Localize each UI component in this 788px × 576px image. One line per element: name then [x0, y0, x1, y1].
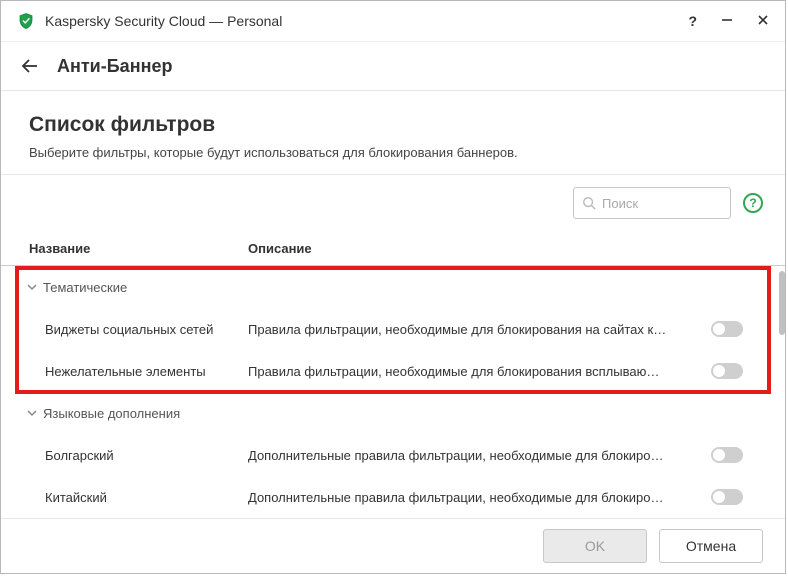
- column-header-name: Название: [23, 241, 248, 256]
- group-label: Языковые дополнения: [43, 406, 180, 421]
- search-icon: [582, 196, 596, 210]
- filter-description: Правила фильтрации, необходимые для блок…: [248, 322, 711, 337]
- cancel-button[interactable]: Отмена: [659, 529, 763, 563]
- help-button[interactable]: ?: [688, 13, 697, 29]
- filter-toggle[interactable]: [711, 489, 743, 505]
- filter-description: Дополнительные правила фильтрации, необх…: [248, 490, 711, 505]
- filter-row[interactable]: Болгарский Дополнительные правила фильтр…: [1, 434, 785, 476]
- chevron-down-icon: [23, 408, 41, 418]
- filter-row[interactable]: Виджеты социальных сетей Правила фильтра…: [1, 308, 785, 350]
- page-subtitle: Выберите фильтры, которые будут использо…: [29, 145, 757, 160]
- filter-name: Болгарский: [23, 448, 248, 463]
- minimize-button[interactable]: [721, 13, 733, 29]
- filter-name: Китайский: [23, 490, 248, 505]
- group-row-language[interactable]: Языковые дополнения: [1, 392, 785, 434]
- dialog-footer: OK Отмена: [1, 518, 785, 573]
- close-button[interactable]: [757, 13, 769, 29]
- filter-name: Виджеты социальных сетей: [23, 322, 248, 337]
- app-logo-icon: [17, 12, 35, 30]
- filter-row[interactable]: Китайский Дополнительные правила фильтра…: [1, 476, 785, 518]
- context-help-icon[interactable]: ?: [743, 193, 763, 213]
- scrollbar-thumb[interactable]: [779, 271, 785, 335]
- page-heading: Список фильтров: [29, 113, 757, 137]
- titlebar: Kaspersky Security Cloud — Personal ?: [1, 1, 785, 42]
- section-header: Анти-Баннер: [1, 42, 785, 91]
- table-header: Название Описание: [1, 231, 785, 266]
- toolbar: ?: [1, 174, 785, 231]
- filter-description: Правила фильтрации, необходимые для блок…: [248, 364, 711, 379]
- column-header-description: Описание: [248, 241, 711, 256]
- content-header: Список фильтров Выберите фильтры, которы…: [1, 91, 785, 174]
- filter-toggle[interactable]: [711, 447, 743, 463]
- table-body: Тематические Виджеты социальных сетей Пр…: [1, 266, 785, 518]
- search-box[interactable]: [573, 187, 731, 219]
- filter-toggle[interactable]: [711, 363, 743, 379]
- back-button[interactable]: [21, 57, 39, 75]
- group-row-thematic[interactable]: Тематические: [1, 266, 785, 308]
- group-label: Тематические: [43, 280, 127, 295]
- window-controls: ?: [688, 13, 769, 29]
- app-title: Kaspersky Security Cloud — Personal: [45, 13, 688, 29]
- filter-description: Дополнительные правила фильтрации, необх…: [248, 448, 711, 463]
- chevron-down-icon: [23, 282, 41, 292]
- filter-toggle[interactable]: [711, 321, 743, 337]
- section-title: Анти-Баннер: [57, 56, 172, 77]
- app-window: Kaspersky Security Cloud — Personal ? Ан…: [0, 0, 786, 574]
- filter-row[interactable]: Нежелательные элементы Правила фильтраци…: [1, 350, 785, 392]
- ok-button[interactable]: OK: [543, 529, 647, 563]
- filter-name: Нежелательные элементы: [23, 364, 248, 379]
- search-input[interactable]: [602, 196, 722, 211]
